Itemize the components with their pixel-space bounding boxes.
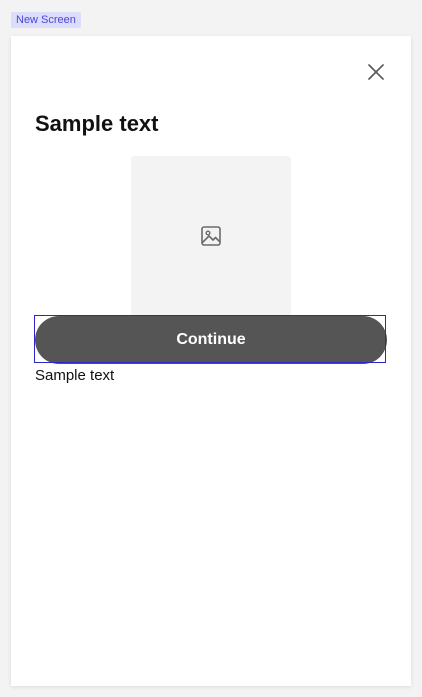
close-icon — [368, 64, 384, 80]
screen-tag: New Screen — [11, 12, 81, 28]
screen-frame: Sample text Continue Sample text — [11, 36, 411, 686]
selection-outline — [34, 315, 386, 363]
body-text: Sample text — [35, 367, 115, 384]
image-placeholder — [131, 156, 291, 316]
image-icon — [201, 226, 221, 246]
page-title: Sample text — [35, 111, 159, 136]
close-button[interactable] — [365, 61, 387, 83]
